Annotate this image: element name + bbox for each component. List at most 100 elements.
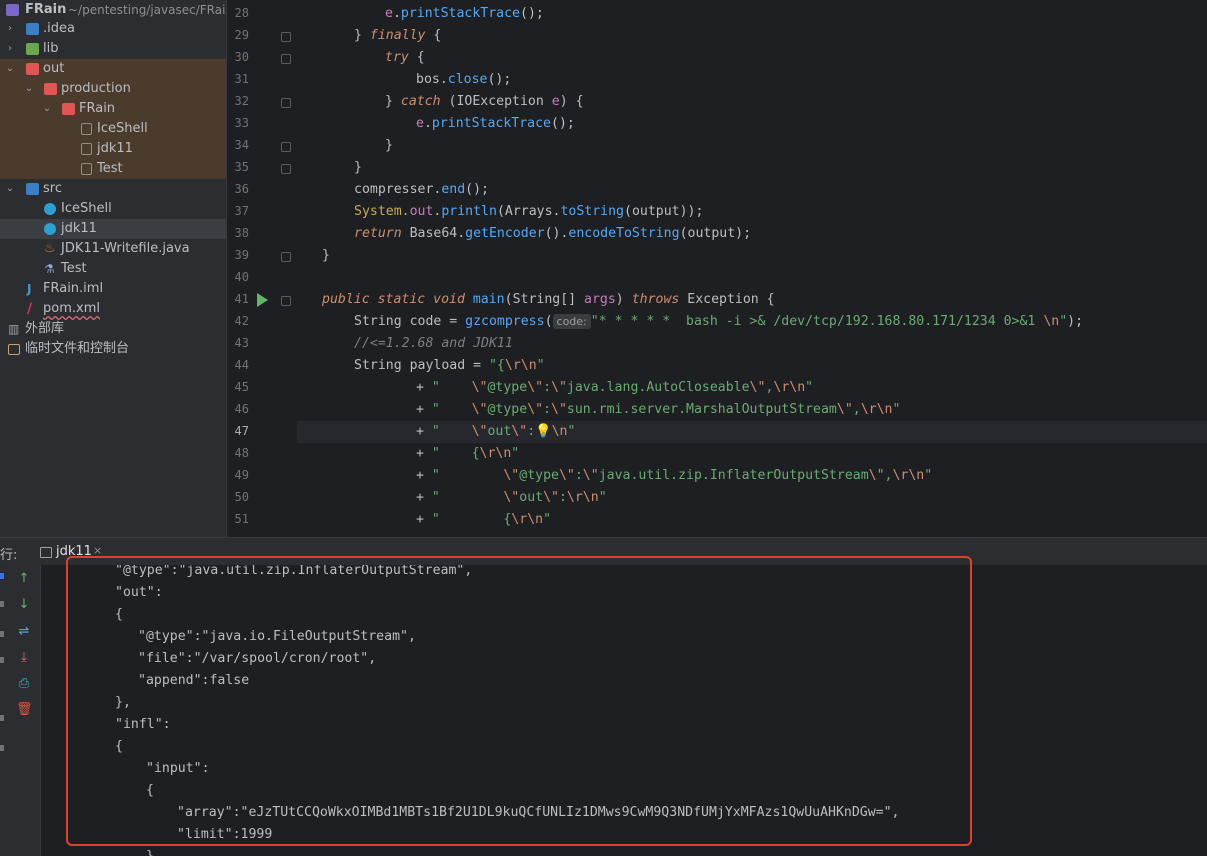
tree-item-idea[interactable]: › .idea — [0, 19, 226, 39]
tree-item-frain-iml[interactable]: J FRain.iml — [0, 279, 226, 299]
line-number: 38 — [234, 226, 249, 240]
line-number: 33 — [234, 116, 249, 130]
code-line-47: + " \"out\":💡\n" — [297, 421, 1207, 443]
library-folder-icon — [26, 43, 39, 55]
fold-marker-icon[interactable] — [281, 296, 291, 306]
line-number: 45 — [234, 380, 249, 394]
code-line-42: String code = gzcompress(code: "* * * * *… — [354, 314, 1084, 329]
lightbulb-icon[interactable]: 💡 — [535, 424, 551, 439]
chevron-down-icon[interactable]: ⌄ — [4, 179, 16, 199]
tree-item-label: src — [43, 181, 62, 196]
run-toolbar: ↑ ↓ ⇌ ⤓ ⎙ 🗑 — [8, 565, 41, 856]
tree-item-lib[interactable]: › lib — [0, 39, 226, 59]
tree-item-label: FRain — [79, 101, 116, 116]
up-arrow-icon[interactable]: ↑ — [16, 571, 32, 587]
fold-marker-icon[interactable] — [281, 142, 291, 152]
chevron-down-icon[interactable]: ⌄ — [23, 79, 35, 99]
strip-marker — [0, 601, 4, 607]
tree-item-out[interactable]: ⌄ out — [0, 59, 226, 79]
code-line-50: + " \"out\":\r\n" — [416, 490, 607, 505]
chevron-down-icon[interactable]: ⌄ — [4, 59, 16, 79]
tree-item-pom[interactable]: / pom.xml — [0, 299, 226, 319]
java-class-icon — [44, 203, 56, 215]
strip-marker — [0, 631, 4, 637]
fold-marker-icon[interactable] — [281, 252, 291, 262]
line-number: 36 — [234, 182, 249, 196]
tree-item-jdk11[interactable]: jdk11 — [0, 219, 226, 239]
tree-item-label: FRain.iml — [43, 281, 104, 296]
print-icon[interactable]: ⎙ — [16, 676, 32, 692]
test-class-icon: ⚗ — [44, 262, 55, 276]
folder-icon — [26, 23, 39, 35]
code-line-32: } catch (IOException e) { — [385, 94, 584, 109]
line-number: 32 — [234, 94, 249, 108]
code-line-33: e.printStackTrace(); — [416, 116, 575, 131]
chevron-right-icon[interactable]: › — [4, 19, 16, 39]
line-number: 39 — [234, 248, 249, 262]
tree-item-label: Test — [61, 261, 87, 276]
code-line-48: + " {\r\n" — [416, 446, 520, 461]
soft-wrap-icon[interactable]: ⇌ — [16, 624, 32, 640]
project-path: ~/pentesting/javasec/FRain — [68, 3, 226, 17]
tree-item-external-libs[interactable]: ▥ 外部库 — [0, 319, 226, 339]
line-number: 42 — [234, 314, 249, 328]
line-number: 31 — [234, 72, 249, 86]
tree-item-jdk11-writefile[interactable]: ♨ JDK11-Writefile.java — [0, 239, 226, 259]
excluded-folder-icon — [44, 83, 57, 95]
line-number: 48 — [234, 446, 249, 460]
fold-marker-icon[interactable] — [281, 32, 291, 42]
down-arrow-icon[interactable]: ↓ — [16, 597, 32, 613]
tree-item-src[interactable]: ⌄ src — [0, 179, 226, 199]
strip-marker — [0, 745, 4, 751]
code-line-39: } — [322, 248, 330, 263]
tree-item-label: jdk11 — [61, 221, 97, 236]
tree-item-root[interactable]: FRain ~/pentesting/javasec/FRain — [0, 0, 226, 20]
line-number: 49 — [234, 468, 249, 482]
tree-item-label: Test — [97, 161, 123, 176]
code-line-45: + " \"@type\":\"java.lang.AutoCloseable\… — [416, 380, 814, 395]
line-number: 44 — [234, 358, 249, 372]
chevron-right-icon[interactable]: › — [4, 39, 16, 59]
code-line-44: String payload = "{\r\n" — [354, 358, 545, 373]
editor-gutter: 28 29 30 31 32 33 34 35 36 37 38 39 40 4… — [226, 0, 297, 537]
code-editor[interactable]: e.printStackTrace(); } finally { try { b… — [297, 0, 1207, 537]
code-line-46: + " \"@type\":\"sun.rmi.server.MarshalOu… — [416, 402, 901, 417]
tree-item-frain-out[interactable]: ⌄ FRain — [0, 99, 226, 119]
tree-item-scratches[interactable]: 临时文件和控制台 — [0, 339, 226, 359]
java-class-icon — [44, 223, 56, 235]
class-file-icon — [81, 163, 92, 175]
application-icon — [40, 547, 52, 558]
tree-item-iceshell-class[interactable]: IceShell — [0, 119, 226, 139]
run-gutter-icon[interactable] — [257, 293, 268, 307]
code-line-43: //<=1.2.68 and JDK11 — [354, 336, 513, 351]
line-number: 35 — [234, 160, 249, 174]
trash-icon[interactable]: 🗑 — [16, 702, 33, 718]
tree-item-production[interactable]: ⌄ production — [0, 79, 226, 99]
tree-item-jdk11-class[interactable]: jdk11 — [0, 139, 226, 159]
tree-item-label: FRain — [25, 2, 67, 17]
code-line-35: } — [354, 160, 362, 175]
code-line-31: bos.close(); — [416, 72, 512, 87]
fold-marker-icon[interactable] — [281, 164, 291, 174]
code-line-51: + " {\r\n" — [416, 512, 552, 527]
tree-item-label: .idea — [43, 21, 75, 36]
scratches-icon — [8, 344, 20, 355]
line-number: 46 — [234, 402, 249, 416]
java-file-icon: ♨ — [44, 241, 56, 256]
tree-item-label: 临时文件和控制台 — [25, 341, 130, 356]
run-tab-jdk11[interactable]: jdk11 × — [36, 538, 102, 567]
scroll-to-end-icon[interactable]: ⤓ — [16, 650, 32, 666]
code-line-41: public static void main(String[] args) t… — [322, 292, 775, 307]
maven-icon: / — [27, 301, 33, 317]
tree-item-iceshell[interactable]: IceShell — [0, 199, 226, 219]
fold-marker-icon[interactable] — [281, 54, 291, 64]
chevron-down-icon[interactable]: ⌄ — [41, 99, 53, 119]
fold-marker-icon[interactable] — [281, 98, 291, 108]
code-line-37: System.out.println(Arrays.toString(outpu… — [354, 204, 704, 219]
tree-item-label: lib — [43, 41, 59, 56]
tree-item-test[interactable]: ⚗ Test — [0, 259, 226, 279]
strip-marker — [0, 573, 4, 579]
tree-item-test-class[interactable]: Test — [0, 159, 226, 179]
strip-marker — [0, 657, 4, 663]
line-number: 37 — [234, 204, 249, 218]
